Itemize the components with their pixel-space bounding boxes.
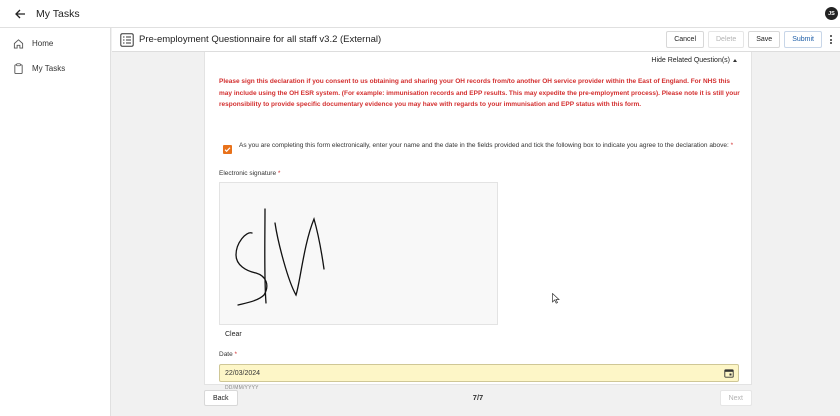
declaration-text: Please sign this declaration if you cons…	[219, 78, 740, 108]
form-title: Pre-employment Questionnaire for all sta…	[139, 34, 382, 45]
top-bar: My Tasks JS	[0, 0, 840, 28]
caret-up-icon	[733, 59, 737, 62]
form-header: Pre-employment Questionnaire for all sta…	[112, 28, 840, 52]
hide-related-label: Hide Related Question(s)	[651, 57, 730, 64]
signature-label-text: Electronic signature	[219, 170, 277, 177]
sidebar-item-label: Home	[32, 39, 54, 48]
user-avatar[interactable]: JS	[825, 7, 838, 20]
signature-pad[interactable]	[219, 182, 498, 325]
app-title: My Tasks	[36, 7, 80, 20]
question-card: Hide Related Question(s) Please sign thi…	[204, 52, 752, 391]
main-content: Pre-employment Questionnaire for all sta…	[112, 28, 840, 416]
signature-label: Electronic signature *	[219, 170, 280, 177]
mouse-cursor-icon	[552, 291, 560, 309]
date-label: Date *	[219, 351, 237, 358]
clear-signature-button[interactable]: Clear	[225, 331, 242, 338]
hide-related-toggle[interactable]: Hide Related Question(s)	[651, 57, 737, 64]
consent-row: As you are completing this form electron…	[223, 140, 741, 154]
consent-text: As you are completing this form electron…	[239, 140, 733, 152]
footer-navigation: Back 7/7 Next	[204, 390, 752, 407]
consent-checkbox[interactable]	[223, 145, 232, 154]
back-arrow-icon[interactable]	[12, 6, 28, 22]
home-icon	[12, 38, 24, 50]
sidebar: Home My Tasks	[0, 28, 111, 416]
checklist-icon	[120, 32, 134, 47]
header-actions: Cancel Delete Save Submit	[666, 31, 836, 48]
sidebar-item-label: My Tasks	[32, 64, 66, 73]
delete-button[interactable]: Delete	[708, 31, 745, 48]
more-options-icon[interactable]	[826, 32, 836, 48]
cancel-button[interactable]: Cancel	[666, 31, 704, 48]
required-marker: *	[730, 142, 734, 149]
page-indicator: 7/7	[472, 393, 484, 402]
sidebar-item-my-tasks[interactable]: My Tasks	[0, 56, 110, 81]
sidebar-item-home[interactable]: Home	[0, 31, 110, 56]
date-value: 22/03/2024	[225, 369, 261, 377]
save-button[interactable]: Save	[748, 31, 781, 48]
required-marker: *	[277, 170, 281, 177]
clipboard-icon	[12, 63, 24, 75]
calendar-icon[interactable]	[724, 368, 734, 378]
date-label-text: Date	[219, 351, 233, 358]
consent-label: As you are completing this form electron…	[239, 142, 729, 149]
date-input[interactable]: 22/03/2024	[219, 364, 739, 382]
required-marker: *	[234, 351, 238, 358]
submit-button[interactable]: Submit	[784, 31, 822, 48]
next-button[interactable]: Next	[719, 390, 752, 406]
signature-drawing	[235, 208, 325, 306]
